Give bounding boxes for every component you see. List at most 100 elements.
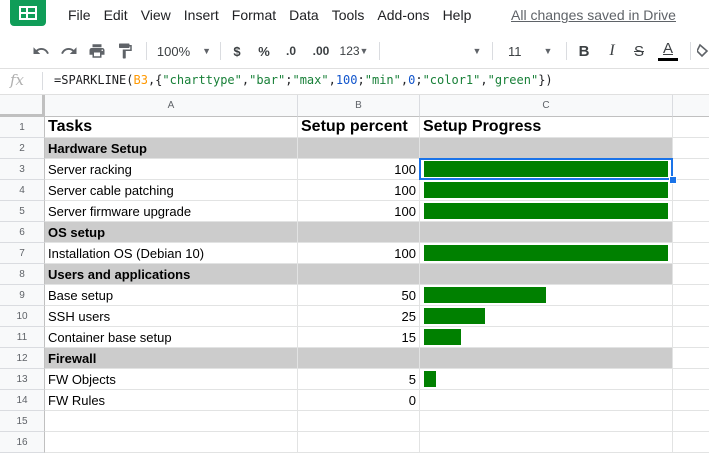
cell-a5[interactable]: Server firmware upgrade [45,201,298,222]
cell-a16[interactable] [45,432,298,453]
cell-c11[interactable] [420,327,673,348]
print-icon[interactable] [86,34,108,68]
column-header-b[interactable]: B [298,95,420,117]
cell-c15[interactable] [420,411,673,432]
cell-c1[interactable]: Setup Progress [420,117,673,138]
cell-a8[interactable]: Users and applications [45,264,298,285]
menu-view[interactable]: View [141,7,171,23]
save-status-link[interactable]: All changes saved in Drive [511,7,676,23]
row-header[interactable]: 7 [0,243,45,264]
row-header[interactable]: 5 [0,201,45,222]
row-header[interactable]: 11 [0,327,45,348]
cell-d1[interactable] [673,117,709,138]
cell-c13[interactable] [420,369,673,390]
fill-handle[interactable] [669,176,677,184]
column-header-a[interactable]: A [45,95,298,117]
cell-d8[interactable] [673,264,709,285]
menu-insert[interactable]: Insert [184,7,219,23]
row-header[interactable]: 16 [0,432,45,453]
menu-file[interactable]: File [68,7,91,23]
redo-icon[interactable] [58,34,80,68]
cell-b11[interactable]: 15 [298,327,420,348]
cell-d16[interactable] [673,432,709,453]
cell-a14[interactable]: FW Rules [45,390,298,411]
cell-a9[interactable]: Base setup [45,285,298,306]
font-size-select[interactable]: 11 ▼ [500,34,558,68]
cell-b2[interactable] [298,138,420,159]
select-all-corner[interactable] [0,95,45,117]
cell-b14[interactable]: 0 [298,390,420,411]
more-formats-button[interactable]: 123 ▼ [337,34,371,68]
row-header[interactable]: 13 [0,369,45,390]
sheets-logo-icon[interactable] [10,0,46,26]
cell-d2[interactable] [673,138,709,159]
cell-c4[interactable] [420,180,673,201]
row-header[interactable]: 1 [0,117,45,138]
cell-b1[interactable]: Setup percent [298,117,420,138]
row-header[interactable]: 8 [0,264,45,285]
cell-b13[interactable]: 5 [298,369,420,390]
cell-d15[interactable] [673,411,709,432]
row-header[interactable]: 10 [0,306,45,327]
cell-b8[interactable] [298,264,420,285]
cell-b10[interactable]: 25 [298,306,420,327]
cell-c5[interactable] [420,201,673,222]
cell-a7[interactable]: Installation OS (Debian 10) [45,243,298,264]
text-color-button[interactable]: A [657,34,679,68]
cell-d6[interactable] [673,222,709,243]
row-header[interactable]: 3 [0,159,45,180]
cell-d14[interactable] [673,390,709,411]
cell-d3[interactable] [673,159,709,180]
increase-decimal-button[interactable]: .00 [309,34,333,68]
menu-help[interactable]: Help [443,7,472,23]
cell-a11[interactable]: Container base setup [45,327,298,348]
cell-c12[interactable] [420,348,673,369]
row-header[interactable]: 9 [0,285,45,306]
cell-d5[interactable] [673,201,709,222]
cell-a12[interactable]: Firewall [45,348,298,369]
cell-b16[interactable] [298,432,420,453]
cell-a13[interactable]: FW Objects [45,369,298,390]
cell-b6[interactable] [298,222,420,243]
formula-input[interactable]: =SPARKLINE(B3,{"charttype","bar";"max",1… [54,73,553,87]
cell-b12[interactable] [298,348,420,369]
row-header[interactable]: 14 [0,390,45,411]
cell-c2[interactable] [420,138,673,159]
row-header[interactable]: 4 [0,180,45,201]
cell-c16[interactable] [420,432,673,453]
row-header[interactable]: 2 [0,138,45,159]
row-header[interactable]: 15 [0,411,45,432]
menu-tools[interactable]: Tools [332,7,365,23]
cell-b5[interactable]: 100 [298,201,420,222]
strikethrough-button[interactable]: S [629,34,649,68]
menu-add-ons[interactable]: Add-ons [377,7,429,23]
cell-d9[interactable] [673,285,709,306]
cell-d10[interactable] [673,306,709,327]
column-header-next[interactable] [673,95,709,117]
menu-format[interactable]: Format [232,7,276,23]
cell-c3[interactable] [420,159,673,180]
percent-format-button[interactable]: % [255,34,273,68]
cell-b3[interactable]: 100 [298,159,420,180]
cell-c9[interactable] [420,285,673,306]
cell-d12[interactable] [673,348,709,369]
bold-button[interactable]: B [574,34,594,68]
cell-d4[interactable] [673,180,709,201]
font-family-dropdown[interactable]: ▼ [470,34,484,68]
cell-a3[interactable]: Server racking [45,159,298,180]
cell-a4[interactable]: Server cable patching [45,180,298,201]
cell-c6[interactable] [420,222,673,243]
cell-c10[interactable] [420,306,673,327]
cell-b15[interactable] [298,411,420,432]
undo-icon[interactable] [30,34,52,68]
cell-c14[interactable] [420,390,673,411]
row-header[interactable]: 6 [0,222,45,243]
cell-c8[interactable] [420,264,673,285]
fill-color-icon[interactable] [697,34,709,68]
cell-a1[interactable]: Tasks [45,117,298,138]
cell-b7[interactable]: 100 [298,243,420,264]
menu-edit[interactable]: Edit [104,7,128,23]
cell-a10[interactable]: SSH users [45,306,298,327]
decrease-decimal-button[interactable]: .0 [281,34,301,68]
column-header-c[interactable]: C [420,95,673,117]
